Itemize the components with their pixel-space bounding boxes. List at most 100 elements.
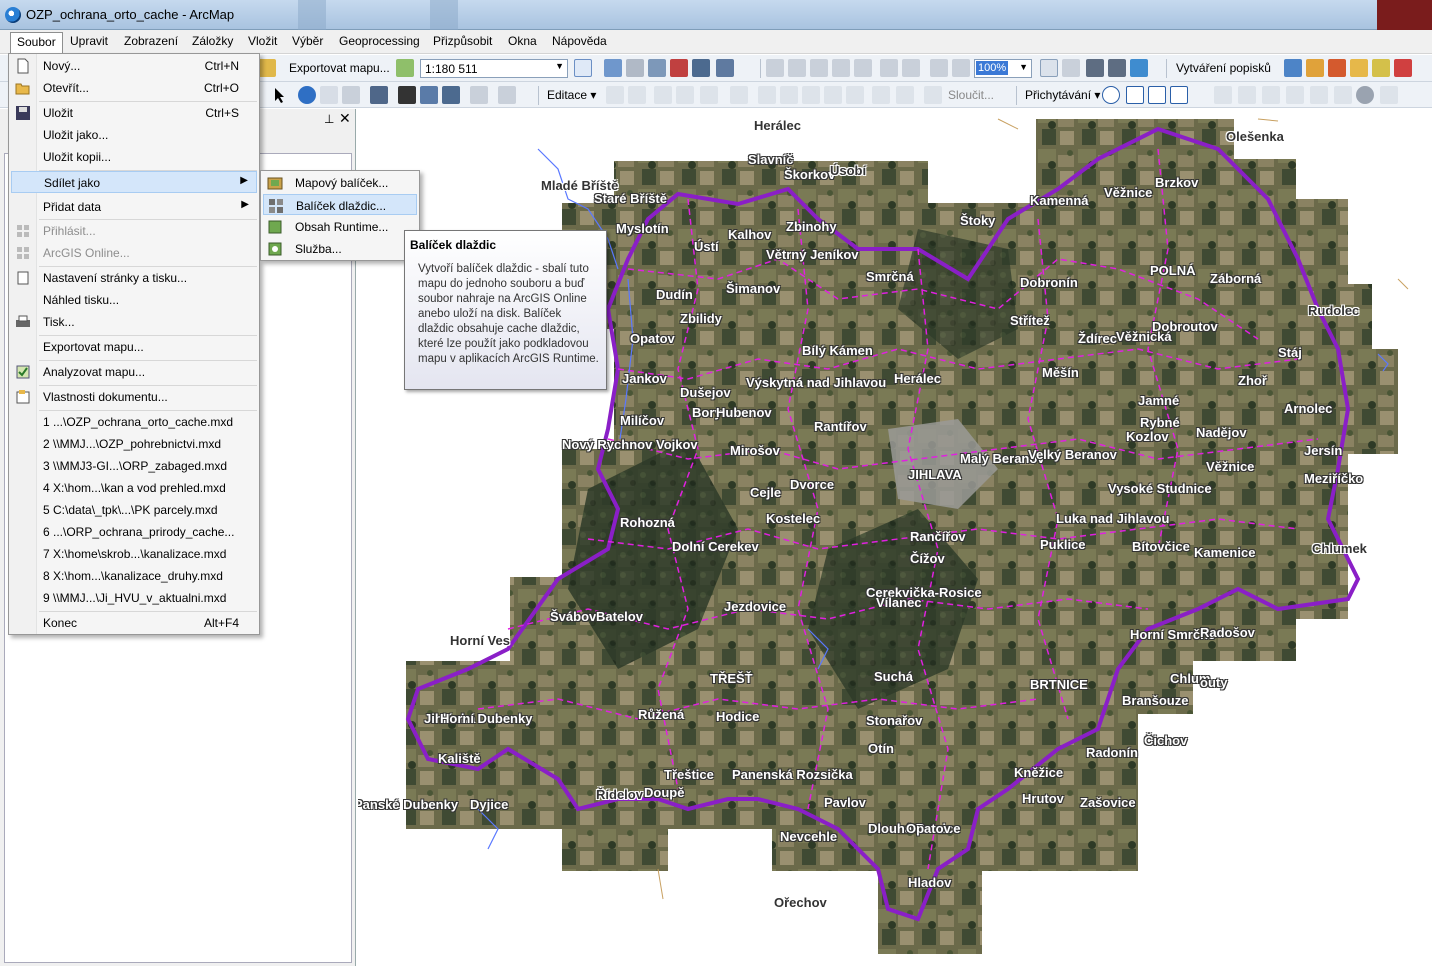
time-slider-icon[interactable] [470,86,488,104]
pan-icon[interactable] [810,59,828,77]
recent-file-5[interactable]: 5 C:\data\_tpk\...\PK parcely.mxd [11,499,257,521]
menu-item-print-preview[interactable]: Náhled tisku... [11,289,257,311]
sketch-properties-icon[interactable] [896,86,914,104]
export-icon[interactable] [396,59,414,77]
label-weight-icon[interactable] [1328,59,1346,77]
transform-icon[interactable] [1286,86,1304,104]
trace-icon[interactable] [700,86,718,104]
zoom-out-icon[interactable] [788,59,806,77]
edit-annotation-icon[interactable] [628,86,646,104]
menu-vyber[interactable]: Výběr [290,34,325,48]
spatial-adjust-icon[interactable] [1262,86,1280,104]
rubber-sheet-icon[interactable] [1380,86,1398,104]
close-icon[interactable]: ✕ [339,110,351,127]
globe-icon[interactable] [1356,86,1374,104]
point-icon[interactable] [730,86,748,104]
menu-item-new[interactable]: Nový... Ctrl+N [11,55,257,77]
html-popup-icon[interactable] [342,86,360,104]
cut-polygons-icon[interactable] [802,86,820,104]
recent-file-2[interactable]: 2 \\MMJ...\OZP_pohrebnictvi.mxd [11,433,257,455]
merge-button[interactable]: Sloučit... [948,88,994,102]
label-manager-icon[interactable] [1284,59,1302,77]
recent-file-4[interactable]: 4 X:\hom...\kan a vod prehled.mxd [11,477,257,499]
change-layout-icon[interactable] [1086,59,1104,77]
reshape-icon[interactable] [780,86,798,104]
editor-menu[interactable]: Editace ▾ [547,88,596,102]
submenu-item-tile-package[interactable]: Balíček dlaždic... [263,194,417,215]
view-links-icon[interactable] [1334,86,1352,104]
point-snapping-icon[interactable] [1102,86,1120,104]
menu-item-print[interactable]: Tisk... [11,311,257,333]
view-unplaced-icon[interactable] [1394,59,1412,77]
layout-zoom-combo[interactable]: 100% ▼ [974,59,1032,78]
menu-zobrazeni[interactable]: Zobrazení [122,34,180,48]
toggle-draft-icon[interactable] [1040,59,1058,77]
end-point-arc-icon[interactable] [676,86,694,104]
create-features-icon[interactable] [924,86,942,104]
hyperlink-icon[interactable] [320,86,338,104]
label-priority-icon[interactable] [1306,59,1324,77]
menu-prizpusobit[interactable]: Přizpůsobit [431,34,494,48]
pause-labeling-icon[interactable] [1372,59,1390,77]
toc-icon[interactable] [604,59,622,77]
edge-snapping-icon[interactable] [1170,86,1188,104]
end-snapping-icon[interactable] [1126,86,1144,104]
layout-tool-icon[interactable] [1130,59,1148,77]
go-to-xy-icon[interactable] [442,86,460,104]
edit-tool-icon[interactable] [606,86,624,104]
recent-file-1[interactable]: 1 ...\OZP_ochrana_orto_cache.mxd [11,411,257,433]
map-scale-combo[interactable]: 1:180 511 ▼ [420,59,568,78]
georef-icon[interactable] [1214,86,1232,104]
vertex-snapping-icon[interactable] [1148,86,1166,104]
menu-upravit[interactable]: Upravit [68,34,110,48]
fixed-zoom-icon[interactable] [854,59,872,77]
search-window-icon[interactable] [648,59,666,77]
model-builder-icon[interactable] [716,59,734,77]
menu-okna[interactable]: Okna [506,34,539,48]
recent-file-7[interactable]: 7 X:\home\skrob...\kanalizace.mxd [11,543,257,565]
menu-item-document-properties[interactable]: Vlastnosti dokumentu... [11,386,257,408]
adjust-icon[interactable] [1310,86,1328,104]
menu-item-page-setup[interactable]: Nastavení stránky a tisku... [11,267,257,289]
menu-item-export-map[interactable]: Exportovat mapu... [11,336,257,358]
recent-file-9[interactable]: 9 \\MMJ...\Ji_HVU_v_aktualni.mxd [11,587,257,609]
split-icon[interactable] [824,86,842,104]
menu-item-open[interactable]: Otevřít... Ctrl+O [11,77,257,99]
full-extent-icon[interactable] [832,59,850,77]
menu-napoveda[interactable]: Nápověda [550,34,609,48]
menu-item-save-copy[interactable]: Uložit kopii... [11,146,257,168]
find-icon[interactable] [398,86,416,104]
snapping-menu[interactable]: Přichytávání ▾ [1025,88,1100,102]
lock-labels-icon[interactable] [1350,59,1368,77]
zoom-in-icon[interactable] [766,59,784,77]
pin-icon[interactable]: ⊥ [324,112,334,126]
menu-item-analyze-map[interactable]: Analyzovat mapu... [11,361,257,383]
focus-frame-icon[interactable] [1062,59,1080,77]
submenu-item-map-package[interactable]: Mapový balíček... [263,172,417,193]
arctoolbox-icon[interactable] [670,59,688,77]
catalog-icon[interactable] [626,59,644,77]
menu-item-save-as[interactable]: Uložit jako... [11,124,257,146]
python-window-icon[interactable] [692,59,710,77]
menu-zalozky[interactable]: Záložky [190,34,235,48]
rotate-icon[interactable] [846,86,864,104]
forward-extent-icon[interactable] [902,59,920,77]
attributes-icon[interactable] [872,86,890,104]
labeling-menu[interactable]: Vytváření popisků [1176,61,1271,75]
measure-icon[interactable] [370,86,388,104]
recent-file-3[interactable]: 3 \\MMJ3-GI...\ORP_zabaged.mxd [11,455,257,477]
menu-geoprocessing[interactable]: Geoprocessing [337,34,422,48]
menu-item-share-as[interactable]: Sdílet jako ▶ [11,171,257,193]
add-data-icon[interactable] [258,59,276,77]
topology-icon[interactable] [1238,86,1256,104]
submenu-item-service[interactable]: Služba... [263,238,417,259]
menu-item-exit[interactable]: Konec Alt+F4 [11,612,257,634]
submenu-item-runtime-content[interactable]: Obsah Runtime... [263,216,417,237]
menu-vlozit[interactable]: Vložit [246,34,279,48]
recent-file-8[interactable]: 8 X:\hom...\kanalizace_druhy.mxd [11,565,257,587]
menu-item-save[interactable]: Uložit Ctrl+S [11,102,257,124]
menu-item-add-data[interactable]: Přidat data ▶ [11,196,257,218]
straight-segment-icon[interactable] [654,86,672,104]
export-map-button[interactable]: Exportovat mapu... [289,61,390,75]
find-route-icon[interactable] [420,86,438,104]
